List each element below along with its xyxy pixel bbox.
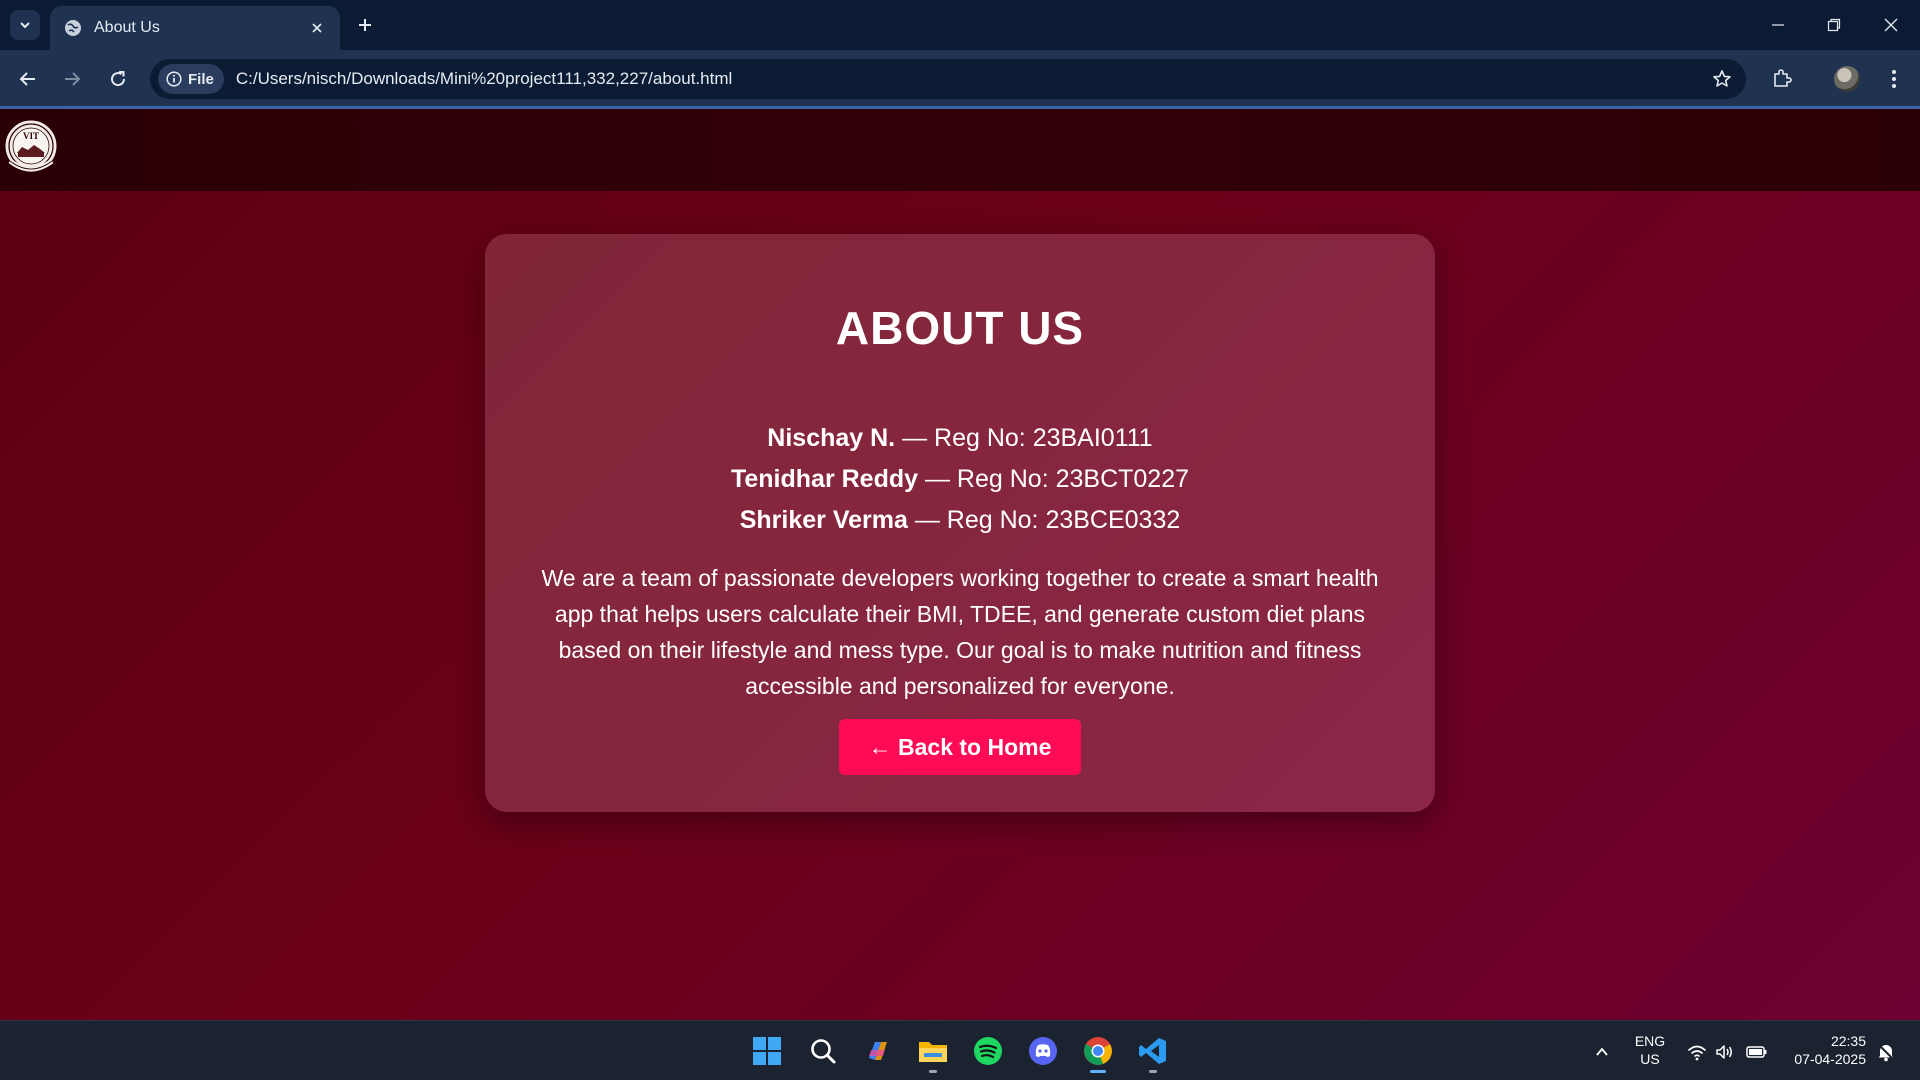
- restore-button[interactable]: [1814, 10, 1854, 40]
- avatar[interactable]: [1834, 66, 1860, 92]
- close-icon[interactable]: [308, 19, 326, 37]
- volume-status[interactable]: [1714, 1041, 1736, 1063]
- member-3: Shriker Verma — Reg No: 23BCE0332: [485, 506, 1435, 535]
- tab-search-button[interactable]: [10, 10, 40, 40]
- window-close-icon: [1884, 18, 1898, 32]
- member-2: Tenidhar Reddy — Reg No: 23BCT0227: [485, 465, 1435, 494]
- plus-icon: [359, 19, 371, 31]
- vscode-icon: [1139, 1038, 1166, 1064]
- copilot-icon: [869, 1042, 887, 1060]
- member-reg: — Reg No: 23BCE0332: [907, 506, 1181, 534]
- discord-app[interactable]: [1023, 1031, 1063, 1071]
- clock-time: 22:35: [1830, 1033, 1866, 1049]
- reload-button[interactable]: [103, 64, 133, 94]
- chevron-up-icon: [1596, 1047, 1608, 1056]
- member-reg: — Reg No: 23BAI0111: [895, 424, 1153, 452]
- vscode-app[interactable]: [1133, 1031, 1173, 1073]
- minimize-button[interactable]: [1758, 10, 1798, 40]
- page-viewport: VIT ABOUT US Nischay N. — Reg No: 23BAI0…: [0, 109, 1920, 1020]
- restore-icon: [1827, 18, 1841, 32]
- forward-button[interactable]: [57, 64, 87, 94]
- kebab-menu-icon: [1892, 70, 1896, 88]
- search-icon: [811, 1039, 836, 1064]
- bell-icon: [1878, 1044, 1894, 1062]
- clock[interactable]: 22:35 07-04-2025: [1782, 1032, 1866, 1068]
- star-icon: [1713, 70, 1731, 87]
- wifi-status[interactable]: [1686, 1041, 1708, 1063]
- tab-title: About Us: [94, 19, 160, 36]
- chevron-down-icon: [20, 22, 30, 29]
- extensions-icon: [1774, 69, 1792, 87]
- tray-overflow-button[interactable]: [1591, 1041, 1613, 1063]
- running-indicator: [1149, 1070, 1157, 1073]
- globe-icon: [65, 20, 81, 36]
- back-button[interactable]: [13, 64, 43, 94]
- member-name: Tenidhar Reddy: [730, 465, 919, 493]
- back-icon: [19, 72, 35, 86]
- region-code: US: [1640, 1051, 1660, 1067]
- member-1: Nischay N. — Reg No: 23BAI0111: [485, 424, 1435, 453]
- extensions-button[interactable]: [1767, 64, 1797, 94]
- address-bar[interactable]: File C:/Users/nisch/Downloads/Mini%20pro…: [150, 59, 1746, 99]
- wifi-icon: [1688, 1045, 1706, 1061]
- battery-charging-icon: [1746, 1046, 1767, 1058]
- chrome-icon: [1084, 1037, 1112, 1065]
- page-title: ABOUT US: [835, 302, 1085, 354]
- back-to-home-button[interactable]: ← Back to Home: [839, 719, 1081, 775]
- member-name: Shriker Verma: [739, 506, 908, 534]
- active-indicator: [1090, 1070, 1106, 1073]
- file-explorer-icon: [919, 1042, 947, 1062]
- svg-text:VIT: VIT: [23, 131, 39, 141]
- member-name: Nischay N.: [767, 424, 896, 452]
- url-text[interactable]: C:/Users/nisch/Downloads/Mini%20project1…: [236, 69, 1702, 89]
- discord-icon: [1029, 1037, 1057, 1065]
- browser-tab-active[interactable]: About Us: [50, 6, 340, 50]
- taskbar-search-button[interactable]: [803, 1031, 843, 1071]
- info-icon: [166, 71, 182, 87]
- minimize-icon: [1772, 24, 1784, 26]
- about-card: ABOUT US Nischay N. — Reg No: 23BAI0111 …: [485, 234, 1435, 812]
- reload-icon: [111, 71, 126, 87]
- site-header: VIT: [0, 109, 1920, 191]
- speaker-icon: [1716, 1045, 1732, 1059]
- windows-start-icon: [753, 1037, 781, 1065]
- team-description: We are a team of passionate developers w…: [541, 565, 1379, 699]
- chrome-app[interactable]: [1078, 1031, 1118, 1073]
- site-info-chip[interactable]: File: [158, 64, 224, 94]
- new-tab-button[interactable]: [352, 12, 378, 38]
- spotify-icon: [974, 1037, 1002, 1065]
- browser-toolbar: File C:/Users/nisch/Downloads/Mini%20pro…: [0, 50, 1920, 108]
- bookmark-button[interactable]: [1702, 59, 1742, 99]
- forward-icon: [65, 72, 81, 86]
- file-explorer-app[interactable]: [913, 1031, 953, 1073]
- file-chip-label: File: [188, 70, 214, 88]
- notifications-button[interactable]: [1875, 1041, 1897, 1063]
- battery-status[interactable]: [1746, 1041, 1768, 1063]
- copilot-app[interactable]: [858, 1031, 898, 1071]
- browser-menu-button[interactable]: [1879, 64, 1909, 94]
- running-indicator: [929, 1070, 937, 1073]
- language-indicator[interactable]: ENG US: [1628, 1032, 1672, 1068]
- start-button[interactable]: [747, 1031, 787, 1071]
- language-code: ENG: [1634, 1033, 1666, 1049]
- member-reg: — Reg No: 23BCT0227: [918, 465, 1190, 493]
- spotify-app[interactable]: [968, 1031, 1008, 1071]
- clock-date: 07-04-2025: [1794, 1051, 1866, 1067]
- browser-titlebar: About Us: [0, 0, 1920, 50]
- vit-logo[interactable]: VIT: [2, 117, 60, 179]
- window-close-button[interactable]: [1871, 10, 1911, 40]
- windows-taskbar: ENG US 22:35 07-04-2025: [0, 1020, 1920, 1080]
